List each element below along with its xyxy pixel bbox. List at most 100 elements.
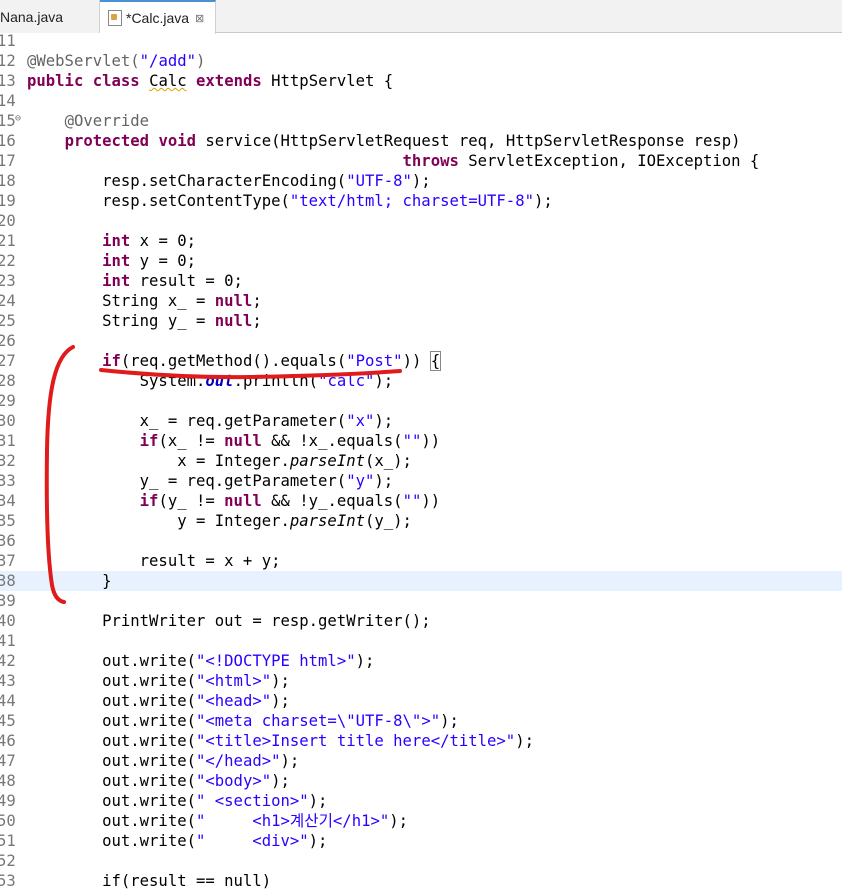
code-line[interactable]: 23 int result = 0; bbox=[0, 271, 842, 291]
code-line[interactable]: 51 out.write(" <div>"); bbox=[0, 831, 842, 851]
code-token: ); bbox=[374, 372, 394, 390]
code-line[interactable]: 14 bbox=[0, 91, 842, 111]
code-line[interactable]: 26 bbox=[0, 331, 842, 351]
code-token: protected bbox=[64, 132, 150, 150]
code-line[interactable]: 32 x = Integer.parseInt(x_); bbox=[0, 451, 842, 471]
code-line[interactable]: 16 protected void service(HttpServletReq… bbox=[0, 131, 842, 151]
code-line[interactable]: 46 out.write("<title>Insert title here</… bbox=[0, 731, 842, 751]
fold-collapse-icon[interactable]: ⊖ bbox=[15, 109, 21, 129]
line-number: 12 bbox=[0, 52, 16, 70]
code-text: result = x + y; bbox=[27, 551, 281, 571]
line-number: 14 bbox=[0, 92, 16, 110]
line-number: 41 bbox=[0, 632, 16, 650]
code-line[interactable]: 20 bbox=[0, 211, 842, 231]
code-line[interactable]: 35 y = Integer.parseInt(y_); bbox=[0, 511, 842, 531]
code-token: ; bbox=[252, 292, 262, 310]
code-line[interactable]: 19 resp.setContentType("text/html; chars… bbox=[0, 191, 842, 211]
code-line[interactable]: 18 resp.setCharacterEncoding("UTF-8"); bbox=[0, 171, 842, 191]
code-line[interactable]: 12 @WebServlet("/add") bbox=[0, 51, 842, 71]
code-token: { bbox=[429, 351, 442, 371]
code-line[interactable]: 24 String x_ = null; bbox=[0, 291, 842, 311]
line-number: 40 bbox=[0, 612, 16, 630]
code-line[interactable]: 33 y_ = req.getParameter("y"); bbox=[0, 471, 842, 491]
code-line[interactable]: 44 out.write("<head>"); bbox=[0, 691, 842, 711]
tab-calc-java[interactable]: *Calc.java ⊠ bbox=[100, 0, 216, 34]
code-line[interactable]: 27 if(req.getMethod().equals("Post")) { bbox=[0, 351, 842, 371]
code-line[interactable]: 13 public class Calc extends HttpServlet … bbox=[0, 71, 842, 91]
code-line[interactable]: 45 out.write("<meta charset=\"UTF-8\">")… bbox=[0, 711, 842, 731]
code-line[interactable]: 34 if(y_ != null && !y_.equals("")) bbox=[0, 491, 842, 511]
code-token: "" bbox=[402, 432, 422, 450]
tab-nana-java[interactable]: Nana.java bbox=[0, 0, 100, 33]
code-line[interactable]: 50 out.write(" <h1>계산기</h1>"); bbox=[0, 811, 842, 831]
code-token: out.write( bbox=[27, 732, 196, 750]
code-line[interactable]: 37 result = x + y; bbox=[0, 551, 842, 571]
code-text: @Override bbox=[27, 111, 150, 131]
code-text: out.write("<!DOCTYPE html>"); bbox=[27, 651, 374, 671]
line-number: 28 bbox=[0, 372, 16, 390]
tab-label: Nana.java bbox=[0, 8, 64, 25]
code-token: (req.getMethod().equals( bbox=[120, 352, 347, 370]
code-text: out.write("<head>"); bbox=[27, 691, 290, 711]
code-line[interactable]: 31 if(x_ != null && !x_.equals("")) bbox=[0, 431, 842, 451]
code-token: "calc" bbox=[318, 372, 375, 390]
code-token: "<title>Insert title here</title>" bbox=[196, 732, 516, 750]
code-text: out.write(" <div>"); bbox=[27, 831, 327, 851]
code-line[interactable]: 49 out.write(" <section>"); bbox=[0, 791, 842, 811]
code-line[interactable]: 15 ⊖ @Override bbox=[0, 111, 842, 131]
code-token: "text/html; charset=UTF-8" bbox=[289, 192, 534, 210]
code-text: resp.setContentType("text/html; charset=… bbox=[27, 191, 553, 211]
code-token: null bbox=[224, 432, 262, 450]
code-line[interactable]: 39 bbox=[0, 591, 842, 611]
code-line[interactable]: 21 int x = 0; bbox=[0, 231, 842, 251]
line-number: 26 bbox=[0, 332, 16, 350]
code-line[interactable]: 41 bbox=[0, 631, 842, 651]
line-number: 51 bbox=[0, 832, 16, 850]
code-token: "UTF-8" bbox=[346, 172, 412, 190]
code-text: } bbox=[27, 571, 111, 591]
code-line[interactable]: 53 if(result == null) bbox=[0, 871, 842, 891]
code-text: out.write(" <section>"); bbox=[27, 791, 327, 811]
code-token: resp.setCharacterEncoding( bbox=[27, 172, 347, 190]
code-text: int y = 0; bbox=[27, 251, 196, 271]
code-line[interactable]: 52 bbox=[0, 851, 842, 871]
code-line[interactable]: 11 bbox=[0, 31, 842, 51]
code-line[interactable]: 40 PrintWriter out = resp.getWriter(); bbox=[0, 611, 842, 631]
code-line[interactable]: 43 out.write("<html>"); bbox=[0, 671, 842, 691]
java-file-icon bbox=[108, 10, 122, 26]
code-token: y = Integer. bbox=[27, 512, 290, 530]
code-line[interactable]: 22 int y = 0; bbox=[0, 251, 842, 271]
code-token: class bbox=[92, 72, 140, 90]
line-number: 21 bbox=[0, 232, 16, 250]
line-number: 30 bbox=[0, 412, 16, 430]
code-line[interactable]: 17 throws ServletException, IOException … bbox=[0, 151, 842, 171]
line-number: 37 bbox=[0, 552, 16, 570]
editor-tab-bar: Nana.java *Calc.java ⊠ bbox=[0, 0, 842, 34]
code-line[interactable]: 36 bbox=[0, 531, 842, 551]
code-token: )) bbox=[421, 432, 441, 450]
code-text: if(x_ != null && !x_.equals("")) bbox=[27, 431, 440, 451]
code-editor[interactable]: 11 12 @WebServlet("/add") 13 public class Ca… bbox=[0, 31, 842, 890]
code-line[interactable]: 25 String y_ = null; bbox=[0, 311, 842, 331]
code-line[interactable]: 29 bbox=[0, 391, 842, 411]
code-text: String y_ = null; bbox=[27, 311, 262, 331]
code-line[interactable]: 38 } bbox=[0, 571, 842, 591]
code-text: resp.setCharacterEncoding("UTF-8"); bbox=[27, 171, 431, 191]
code-token: ); bbox=[374, 412, 394, 430]
code-line[interactable]: 42 out.write("<!DOCTYPE html>"); bbox=[0, 651, 842, 671]
close-icon[interactable]: ⊠ bbox=[195, 12, 204, 25]
code-token: @WebServlet( bbox=[27, 52, 140, 70]
code-token: int bbox=[102, 252, 131, 270]
code-line[interactable]: 30 x_ = req.getParameter("x"); bbox=[0, 411, 842, 431]
code-line[interactable]: 48 out.write("<body>"); bbox=[0, 771, 842, 791]
code-token: ); bbox=[308, 792, 328, 810]
code-line[interactable]: 47 out.write("</head>"); bbox=[0, 751, 842, 771]
code-token: ) bbox=[196, 52, 206, 70]
code-token: ); bbox=[355, 652, 375, 670]
code-line[interactable]: 28 System.out.println("calc"); bbox=[0, 371, 842, 391]
code-token: parseInt bbox=[289, 452, 365, 470]
